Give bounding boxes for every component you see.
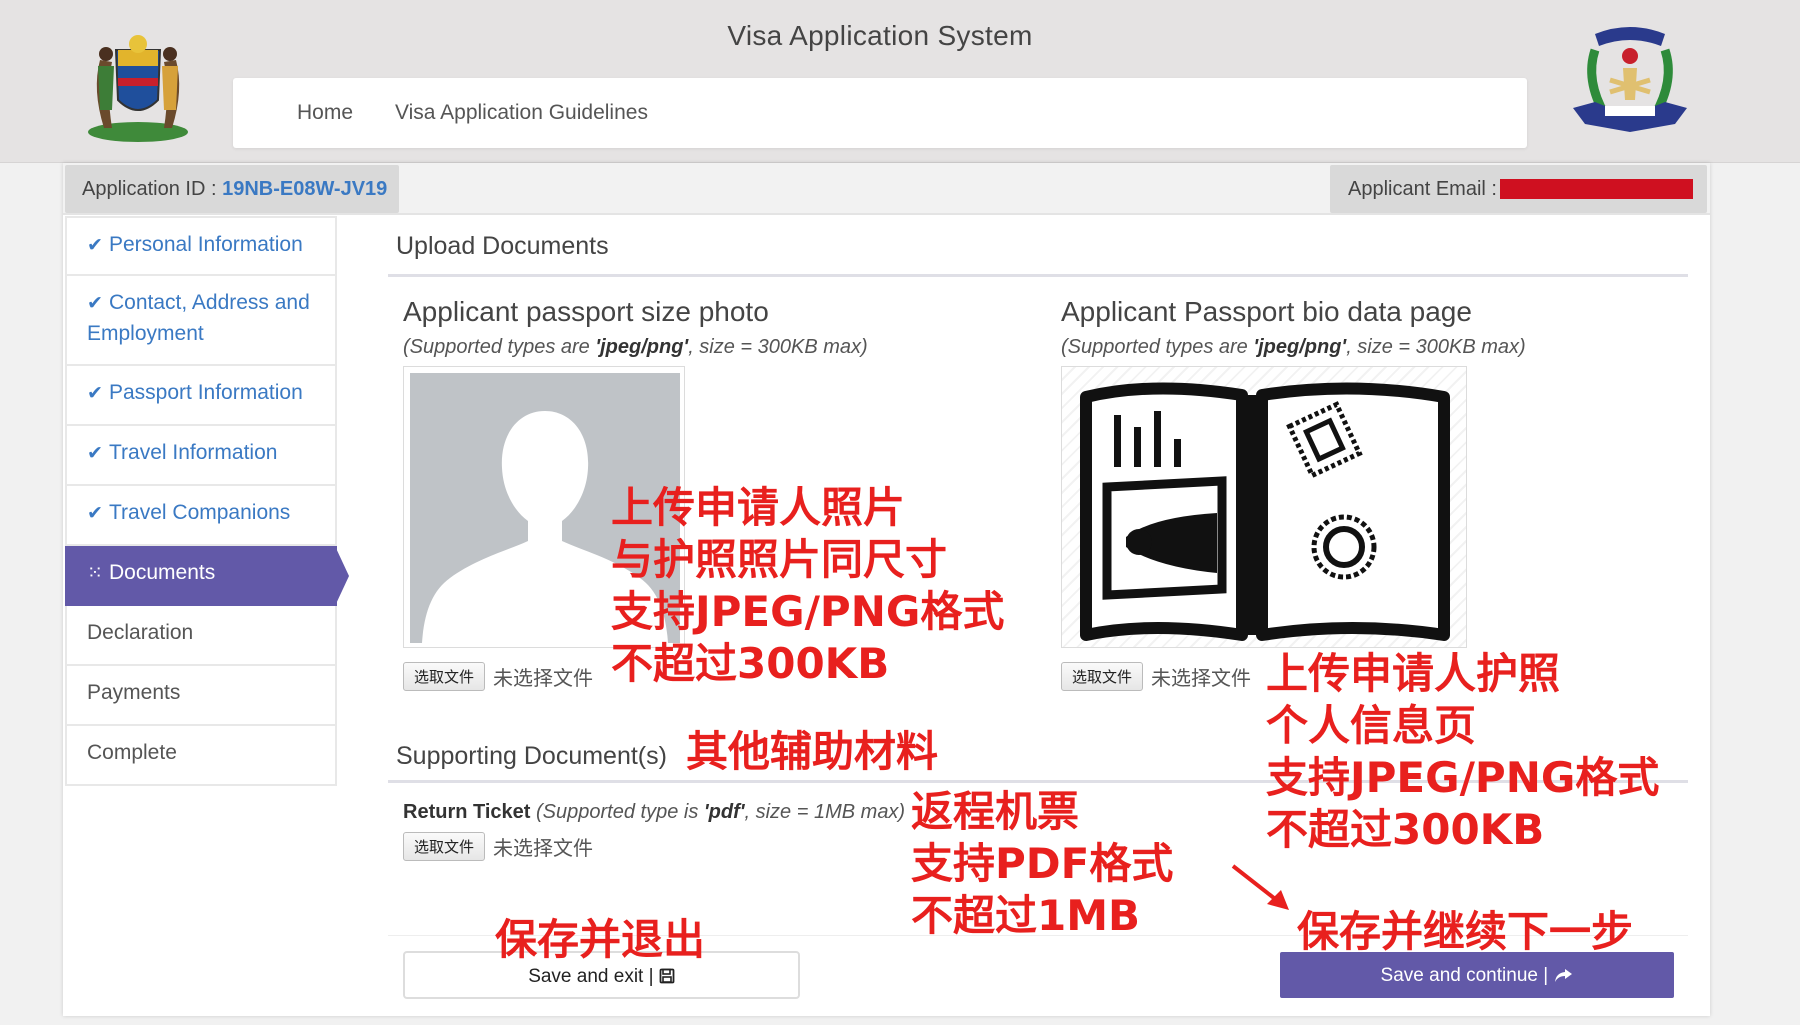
photo-file-input: 选取文件 未选择文件 bbox=[403, 662, 593, 691]
sidebar-item-passport-information[interactable]: ✔ Passport Information bbox=[65, 366, 337, 426]
save-continue-annotation: 保存并继续下一步 bbox=[1297, 907, 1634, 956]
photo-choose-file-button[interactable]: 选取文件 bbox=[403, 662, 486, 691]
return-ticket-label: Return Ticket (Supported type is 'pdf', … bbox=[403, 801, 906, 823]
passport-file-input: 选取文件 未选择文件 bbox=[1061, 662, 1251, 691]
passport-file-status: 未选择文件 bbox=[1151, 668, 1252, 690]
sidebar-item-declaration[interactable]: Declaration bbox=[65, 606, 337, 666]
ticket-choose-file-button[interactable]: 选取文件 bbox=[403, 832, 486, 861]
share-arrow-icon bbox=[1555, 969, 1573, 982]
passport-preview bbox=[1061, 366, 1467, 648]
email-redaction-bar bbox=[1500, 179, 1693, 199]
application-info-bar: Application ID : 19NB-E08W-JV19 Applican… bbox=[63, 163, 1710, 215]
sidebar-item-complete[interactable]: Complete bbox=[65, 726, 337, 786]
supporting-annotation: 其他辅助材料 bbox=[686, 727, 939, 776]
passport-choose-file-button[interactable]: 选取文件 bbox=[1061, 662, 1144, 691]
application-id-label: Application ID : bbox=[82, 178, 223, 200]
photo-hint: (Supported types are 'jpeg/png', size = … bbox=[403, 336, 868, 358]
photo-title: Applicant passport size photo bbox=[403, 296, 769, 327]
sidebar-item-documents[interactable]: ⁙ Documents bbox=[65, 546, 349, 606]
sidebar-item-label: Documents bbox=[109, 561, 216, 584]
step-sidebar: ✔ Personal Information ✔ Contact, Address … bbox=[65, 216, 349, 786]
sidebar-item-label: Declaration bbox=[87, 621, 194, 644]
application-id-value: 19NB-E08W-JV19 bbox=[222, 178, 388, 200]
check-icon: ✔ bbox=[87, 503, 103, 524]
sidebar-item-label: Travel Companions bbox=[109, 501, 291, 524]
photo-annotation: 上传申请人照片 与护照照片同尺寸 支持JPEG/PNG格式 不超过300KB bbox=[611, 483, 1005, 688]
passport-annotation: 上传申请人护照 个人信息页 支持JPEG/PNG格式 不超过300KB bbox=[1266, 649, 1660, 854]
sidebar-item-label: Contact, Address and Employment bbox=[87, 291, 310, 345]
sidebar-item-travel-information[interactable]: ✔ Travel Information bbox=[65, 426, 337, 486]
sidebar-item-travel-companions[interactable]: ✔ Travel Companions bbox=[65, 486, 337, 546]
passport-title: Applicant Passport bio data page bbox=[1061, 296, 1472, 327]
tanzania-coat-of-arms-logo bbox=[88, 35, 188, 142]
sidebar-item-contact-address[interactable]: ✔ Contact, Address and Employment bbox=[65, 276, 337, 366]
immigration-tanzania-logo bbox=[1573, 27, 1687, 132]
supporting-documents-title: Supporting Document(s) bbox=[396, 742, 667, 770]
floppy-disk-icon bbox=[659, 968, 675, 984]
sidebar-item-personal-information[interactable]: ✔ Personal Information bbox=[65, 216, 337, 276]
save-and-continue-button[interactable]: Save and continue | bbox=[1280, 952, 1674, 998]
photo-file-status: 未选择文件 bbox=[493, 668, 594, 690]
check-icon: ✔ bbox=[87, 383, 103, 404]
sidebar-item-label: Payments bbox=[87, 681, 181, 704]
sidebar-item-label: Personal Information bbox=[109, 233, 303, 256]
sidebar-item-label: Passport Information bbox=[109, 381, 303, 404]
check-icon: ✔ bbox=[87, 443, 103, 464]
nav-home-link[interactable]: Home bbox=[297, 101, 353, 125]
applicant-email-box: Applicant Email : bbox=[1330, 165, 1707, 213]
section-divider bbox=[388, 274, 1688, 277]
check-icon: ✔ bbox=[87, 235, 103, 256]
check-icon: ✔ bbox=[87, 293, 103, 314]
passport-hint: (Supported types are 'jpeg/png', size = … bbox=[1061, 336, 1526, 358]
sidebar-item-label: Complete bbox=[87, 741, 177, 764]
save-exit-annotation: 保存并退出 bbox=[495, 915, 706, 964]
ticket-annotation: 返程机票 支持PDF格式 不超过1MB bbox=[911, 787, 1174, 940]
site-title: Visa Application System bbox=[727, 20, 1033, 51]
sidebar-item-payments[interactable]: Payments bbox=[65, 666, 337, 726]
site-header: Visa Application System Home Visa Applic… bbox=[0, 0, 1800, 163]
sidebar-item-label: Travel Information bbox=[109, 441, 278, 464]
applicant-email-label: Applicant Email : bbox=[1348, 178, 1497, 200]
nav-guidelines-link[interactable]: Visa Application Guidelines bbox=[395, 101, 648, 125]
top-navbar: Home Visa Application Guidelines bbox=[233, 78, 1527, 148]
application-id-box: Application ID : 19NB-E08W-JV19 bbox=[65, 165, 399, 213]
ticket-file-input: 选取文件 未选择文件 bbox=[403, 832, 593, 861]
upload-documents-title: Upload Documents bbox=[396, 232, 609, 260]
passport-bio-page-icon bbox=[1080, 382, 1450, 641]
spinner-icon: ⁙ bbox=[87, 563, 103, 584]
red-arrow-icon bbox=[1231, 864, 1289, 910]
ticket-file-status: 未选择文件 bbox=[493, 838, 594, 860]
